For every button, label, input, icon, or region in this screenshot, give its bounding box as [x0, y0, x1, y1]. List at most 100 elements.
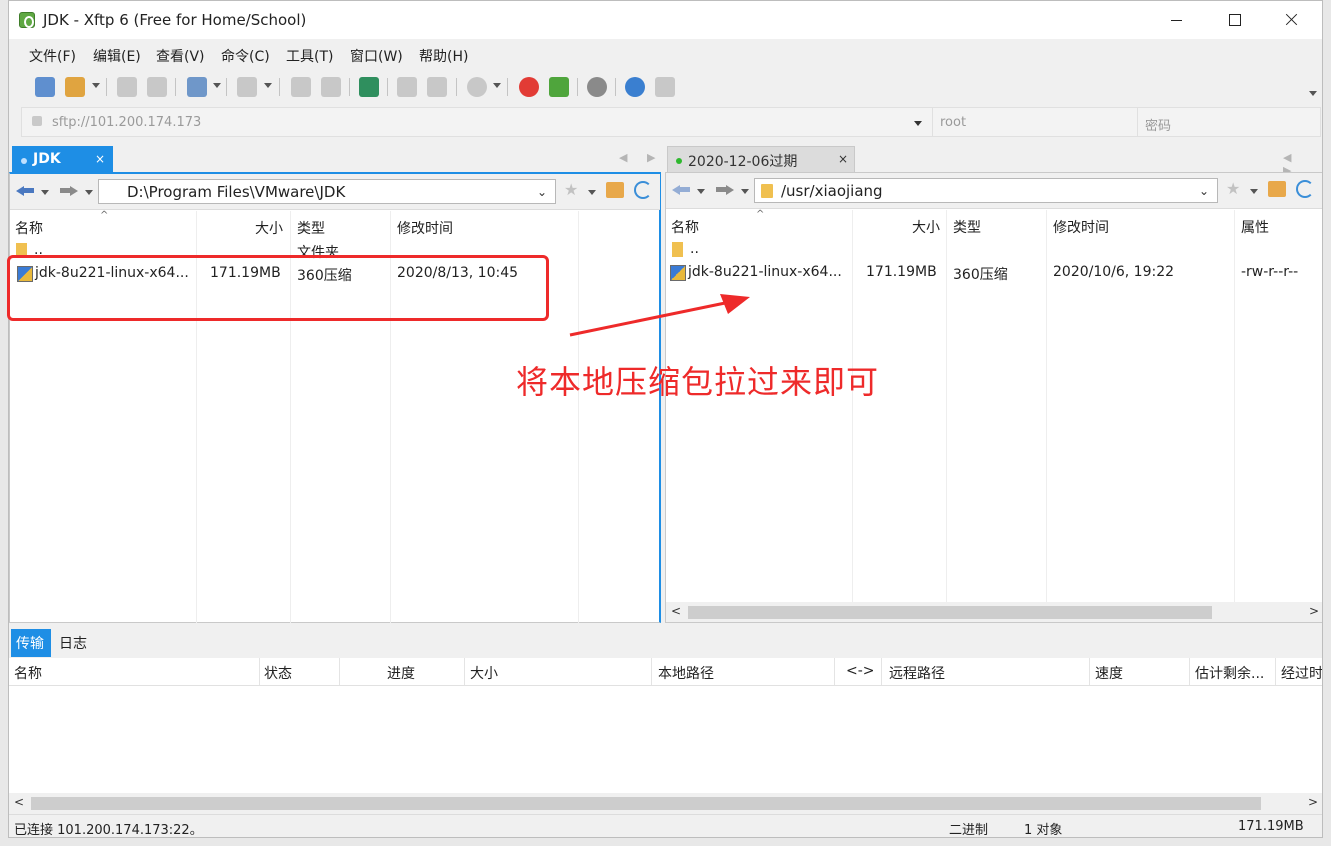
- tab-transfer[interactable]: 传输: [11, 629, 51, 657]
- row-attributes: -rw-r--r--: [1241, 264, 1299, 280]
- chat-icon[interactable]: [655, 77, 675, 97]
- minimize-button[interactable]: [1147, 1, 1205, 39]
- transfer-list: [9, 686, 1322, 793]
- back-dropdown-caret[interactable]: [697, 189, 705, 194]
- tab-remote[interactable]: 2020-12-06过期 ×: [667, 146, 855, 172]
- transfer-icon[interactable]: [359, 77, 379, 97]
- toolbar-separator: [279, 78, 280, 96]
- tab-scroll-arrows[interactable]: ◀ ▶: [619, 151, 663, 164]
- menu-file[interactable]: 文件(F): [29, 46, 76, 66]
- scroll-left-button[interactable]: <: [671, 604, 681, 618]
- col-local-path[interactable]: 本地路径: [658, 663, 714, 683]
- transfer-mode: 二进制: [949, 823, 989, 838]
- refresh-icon[interactable]: [1296, 180, 1314, 198]
- remote-path-input[interactable]: /usr/xiaojiang ⌄: [754, 178, 1218, 203]
- host-input[interactable]: sftp://101.200.174.173: [52, 115, 201, 130]
- bookmark-dropdown-caret[interactable]: [588, 190, 596, 195]
- back-dropdown-caret[interactable]: [41, 190, 49, 195]
- col-speed[interactable]: 速度: [1095, 663, 1123, 683]
- toolbar-separator: [106, 78, 107, 96]
- chevron-down-icon[interactable]: ⌄: [1199, 184, 1209, 198]
- chevron-down-icon[interactable]: ⌄: [537, 185, 547, 199]
- disconnect-icon[interactable]: [147, 77, 167, 97]
- settings-icon[interactable]: [587, 77, 607, 97]
- window-title: JDK - Xftp 6 (Free for Home/School): [43, 11, 307, 29]
- star-icon[interactable]: ★: [564, 180, 578, 199]
- back-arrow-icon[interactable]: [16, 183, 34, 197]
- col-size[interactable]: 大小: [470, 663, 498, 683]
- username-placeholder: root: [940, 115, 967, 130]
- tab-local-close-icon[interactable]: ×: [95, 152, 105, 166]
- menu-edit[interactable]: 编辑(E): [93, 46, 141, 66]
- maximize-button[interactable]: [1205, 1, 1263, 39]
- menu-help[interactable]: 帮助(H): [419, 46, 468, 66]
- toolbar-separator: [615, 78, 616, 96]
- toolbar-overflow-caret[interactable]: [1309, 91, 1317, 96]
- close-button[interactable]: [1263, 1, 1321, 39]
- copy-file-icon[interactable]: [291, 77, 311, 97]
- forward-dropdown-caret[interactable]: [741, 189, 749, 194]
- forward-dropdown-caret[interactable]: [85, 190, 93, 195]
- app-window: JDK - Xftp 6 (Free for Home/School) 文件(F…: [8, 0, 1323, 838]
- archive-file-icon: [670, 265, 686, 281]
- new-session-icon[interactable]: [35, 77, 55, 97]
- sort-indicator: ^: [756, 209, 765, 220]
- scrollbar-thumb[interactable]: [31, 797, 1261, 810]
- col-elapsed[interactable]: 经过时间: [1281, 663, 1322, 683]
- table-row[interactable]: ..: [666, 239, 1322, 261]
- tab-remote-close-icon[interactable]: ×: [838, 152, 848, 166]
- scroll-right-button[interactable]: >: [1308, 795, 1318, 809]
- column-divider: [1089, 658, 1090, 685]
- toolbar-separator: [226, 78, 227, 96]
- paste-file-icon[interactable]: [321, 77, 341, 97]
- scrollbar-thumb[interactable]: [688, 606, 1212, 619]
- open-dropdown-caret[interactable]: [92, 83, 100, 88]
- scroll-left-button[interactable]: <: [14, 795, 24, 809]
- refresh-icon[interactable]: [634, 181, 652, 199]
- horizontal-scrollbar[interactable]: < >: [666, 602, 1322, 622]
- title-bar: JDK - Xftp 6 (Free for Home/School): [9, 1, 1322, 39]
- bookmark-dropdown-caret[interactable]: [1250, 189, 1258, 194]
- open-folder-icon[interactable]: [65, 77, 85, 97]
- tab-local-label: JDK: [33, 151, 61, 167]
- col-name[interactable]: 名称: [14, 663, 42, 683]
- col-direction[interactable]: <->: [846, 663, 875, 679]
- star-icon[interactable]: ★: [1226, 179, 1240, 198]
- new-window-icon[interactable]: [187, 77, 207, 97]
- record-dropdown-caret[interactable]: [493, 83, 501, 88]
- sort-indicator: ^: [100, 210, 109, 221]
- cut-icon[interactable]: [397, 77, 417, 97]
- menu-command[interactable]: 命令(C): [221, 46, 270, 66]
- home-icon[interactable]: [1268, 181, 1286, 197]
- xshell-icon[interactable]: [519, 77, 539, 97]
- table-row[interactable]: jdk-8u221-linux-x64... 171.19MB 360压缩 20…: [666, 262, 1322, 286]
- menu-window[interactable]: 窗口(W): [350, 46, 403, 66]
- menu-tools[interactable]: 工具(T): [286, 46, 333, 66]
- menu-view[interactable]: 查看(V): [156, 46, 205, 66]
- connect-icon[interactable]: [117, 77, 137, 97]
- scroll-right-button[interactable]: >: [1309, 604, 1319, 618]
- col-progress[interactable]: 进度: [387, 663, 415, 683]
- tab-log[interactable]: 日志: [59, 633, 87, 653]
- play-dropdown-caret[interactable]: [264, 83, 272, 88]
- col-remote-path[interactable]: 远程路径: [889, 663, 945, 683]
- host-dropdown-icon[interactable]: [914, 121, 922, 126]
- forward-arrow-icon[interactable]: [60, 183, 78, 197]
- total-size: 171.19MB: [1238, 819, 1304, 834]
- delete-icon[interactable]: [427, 77, 447, 97]
- play-icon[interactable]: [237, 77, 257, 97]
- col-status[interactable]: 状态: [264, 663, 292, 683]
- record-icon[interactable]: [467, 77, 487, 97]
- tab-local[interactable]: JDK ×: [12, 146, 113, 172]
- transfer-scrollbar[interactable]: < >: [9, 793, 1322, 813]
- home-icon[interactable]: [606, 182, 624, 198]
- help-icon[interactable]: [625, 77, 645, 97]
- xftp-icon[interactable]: [549, 77, 569, 97]
- back-arrow-icon[interactable]: [672, 182, 690, 196]
- window-dropdown-caret[interactable]: [213, 83, 221, 88]
- forward-arrow-icon[interactable]: [716, 182, 734, 196]
- toolbar-separator: [577, 78, 578, 96]
- local-path-input[interactable]: D:\Program Files\VMware\JDK ⌄: [98, 179, 556, 204]
- highlight-box: [7, 255, 549, 321]
- col-eta[interactable]: 估计剩余...: [1195, 663, 1264, 683]
